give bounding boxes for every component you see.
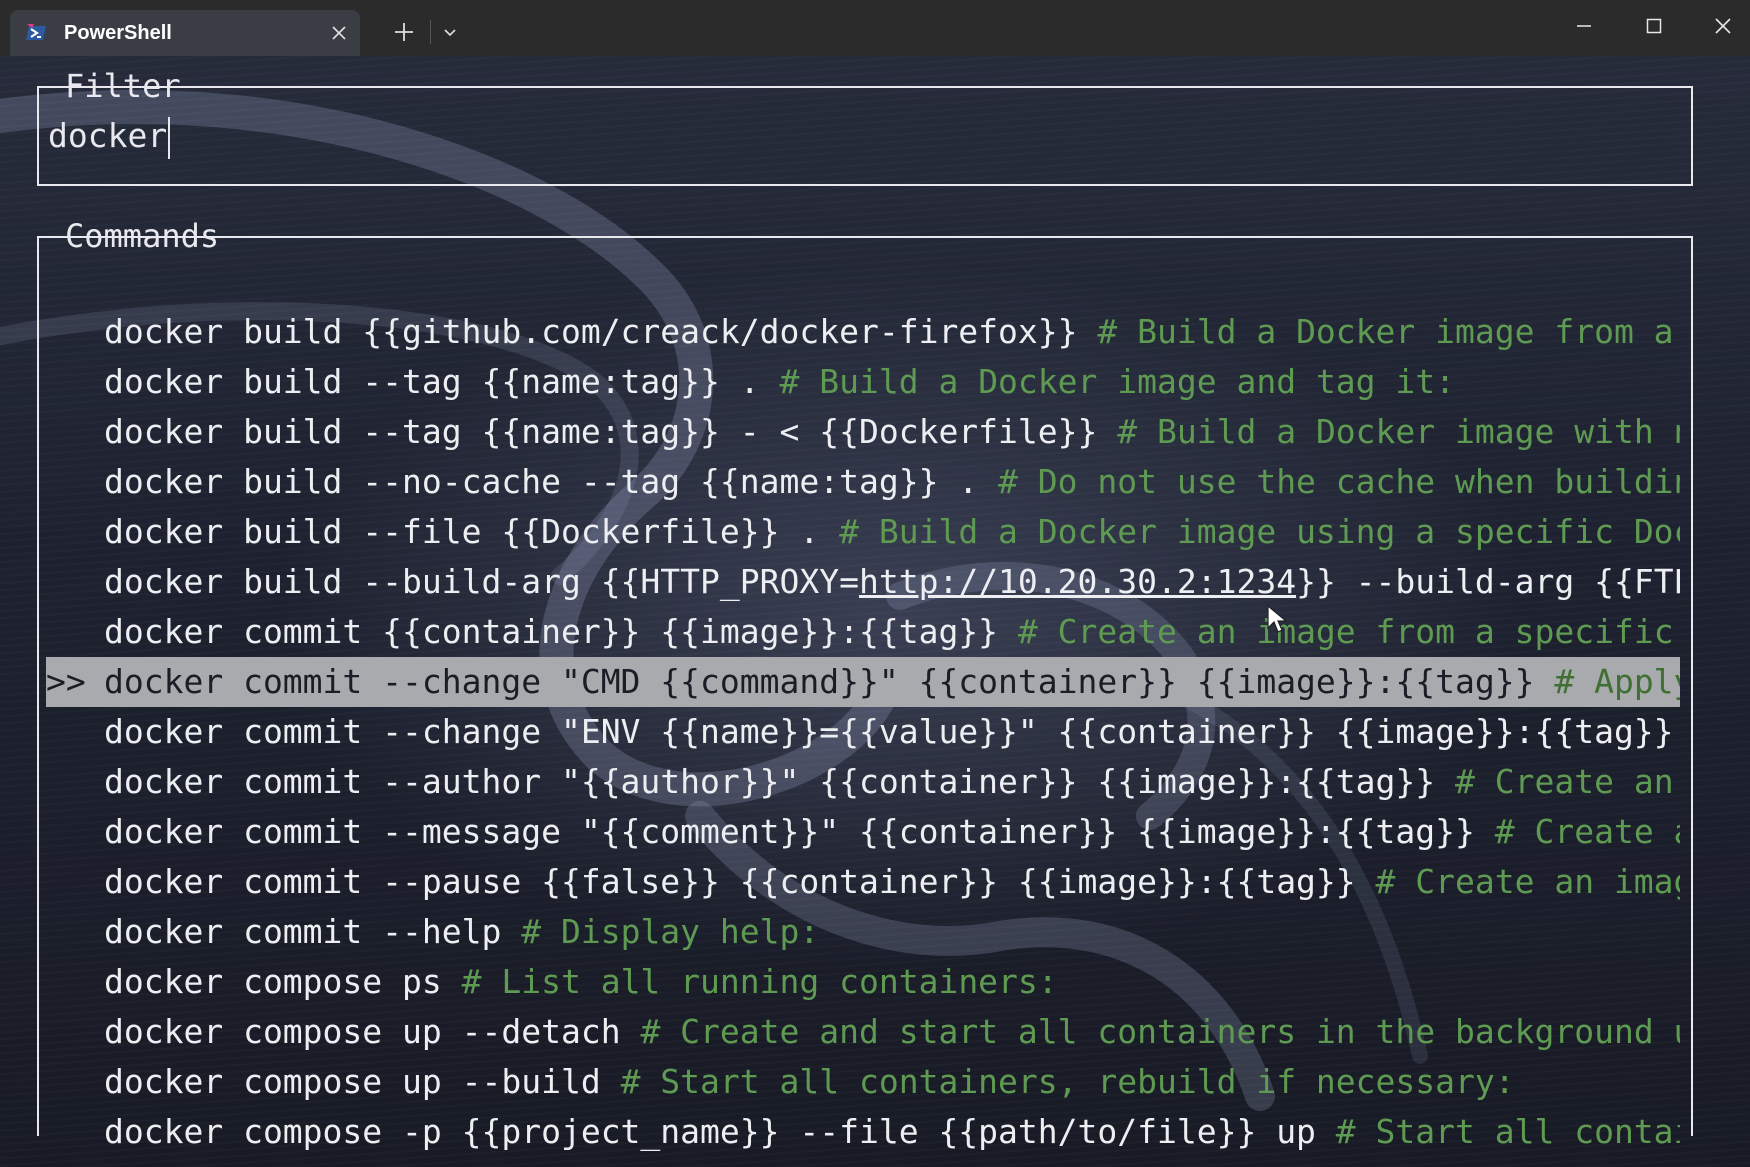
text-cursor <box>168 116 171 159</box>
list-item[interactable]: docker commit --message "{{comment}}" {{… <box>46 807 1680 857</box>
close-window-icon[interactable] <box>1711 14 1735 38</box>
chevron-down-icon[interactable] <box>440 22 460 42</box>
list-item[interactable]: docker commit --help # Display help: <box>46 907 1680 957</box>
close-icon[interactable] <box>328 22 350 44</box>
list-item[interactable]: docker build --tag {{name:tag}} - < {{Do… <box>46 407 1680 457</box>
list-item[interactable]: docker compose up --detach # Create and … <box>46 1007 1680 1057</box>
list-item[interactable]: docker build --build-arg {{HTTP_PROXY=ht… <box>46 557 1680 607</box>
list-item[interactable]: docker build --file {{Dockerfile}} . # B… <box>46 507 1680 557</box>
list-item[interactable]: docker build --tag {{name:tag}} . # Buil… <box>46 357 1680 407</box>
tab-title: PowerShell <box>64 22 172 44</box>
commands-list[interactable]: docker build {{github.com/creack/docker-… <box>46 307 1680 1167</box>
list-item[interactable]: docker compose ps # List all running con… <box>46 957 1680 1007</box>
maximize-icon[interactable] <box>1642 14 1666 38</box>
selection-pointer: >> <box>46 662 86 701</box>
tab-powershell[interactable]: PowerShell <box>10 10 360 56</box>
mouse-pointer-icon <box>1267 604 1288 633</box>
filter-title: Filter <box>65 67 181 105</box>
list-item[interactable]: docker compose -p {{project_name}} --fil… <box>46 1107 1680 1157</box>
powershell-icon <box>26 24 46 40</box>
commands-title: Commands <box>65 217 220 255</box>
list-item-selected[interactable]: >> docker commit --change "CMD {{command}… <box>46 657 1680 707</box>
url-link[interactable]: http://10.20.30.2:1234 <box>859 562 1296 601</box>
tab-divider <box>430 20 431 44</box>
title-bar: PowerShell <box>0 0 1750 56</box>
list-item[interactable]: docker build --no-cache --tag {{name:tag… <box>46 457 1680 507</box>
list-item[interactable]: docker compose up --build # Start all co… <box>46 1057 1680 1107</box>
filter-input-value: docker <box>48 116 168 155</box>
filter-panel: Filter docker <box>37 68 1693 186</box>
filter-input[interactable]: docker <box>48 116 171 159</box>
plus-icon[interactable] <box>390 20 418 44</box>
minimize-icon[interactable] <box>1572 14 1596 38</box>
list-item[interactable]: docker commit --author "{{author}}" {{co… <box>46 757 1680 807</box>
list-item[interactable]: docker commit --change "ENV {{name}}={{v… <box>46 707 1680 757</box>
list-item[interactable]: docker commit --pause {{false}} {{contai… <box>46 857 1680 907</box>
list-item[interactable]: docker commit {{container}} {{image}}:{{… <box>46 607 1680 657</box>
list-item[interactable]: docker build {{github.com/creack/docker-… <box>46 307 1680 357</box>
